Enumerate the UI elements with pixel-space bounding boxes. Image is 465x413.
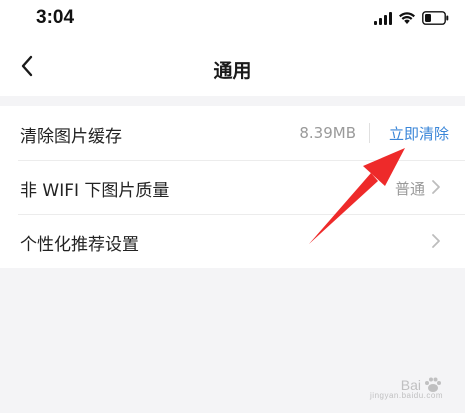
divider xyxy=(369,123,370,143)
settings-row-personalized-recommendation[interactable]: 个性化推荐设置 xyxy=(0,214,465,268)
watermark: Bai jingyan.baidu.com xyxy=(370,375,443,400)
page-title: 通用 xyxy=(213,60,252,82)
row-label: 个性化推荐设置 xyxy=(20,235,139,255)
chevron-right-icon xyxy=(432,180,440,194)
status-icons xyxy=(374,10,449,26)
image-quality-value: 普通 xyxy=(394,180,425,198)
watermark-sub: jingyan.baidu.com xyxy=(370,391,443,400)
status-bar: 3:04 xyxy=(0,0,465,36)
settings-list: 清除图片缓存 8.39MB 立即清除 非 WIFI 下图片质量 普通 个性化推荐… xyxy=(0,106,465,268)
signal-icon xyxy=(374,11,392,25)
row-label: 非 WIFI 下图片质量 xyxy=(20,181,170,201)
status-time: 3:04 xyxy=(36,7,75,28)
chevron-right-icon xyxy=(432,234,440,248)
battery-icon xyxy=(422,11,449,25)
clear-now-button[interactable]: 立即清除 xyxy=(389,123,449,144)
settings-row-clear-cache: 清除图片缓存 8.39MB 立即清除 xyxy=(0,106,465,160)
nav-header: 通用 xyxy=(0,36,465,96)
row-label: 清除图片缓存 xyxy=(20,127,122,147)
wifi-icon xyxy=(398,11,416,25)
cache-size-value: 8.39MB xyxy=(299,124,356,142)
settings-row-image-quality[interactable]: 非 WIFI 下图片质量 普通 xyxy=(0,160,465,214)
